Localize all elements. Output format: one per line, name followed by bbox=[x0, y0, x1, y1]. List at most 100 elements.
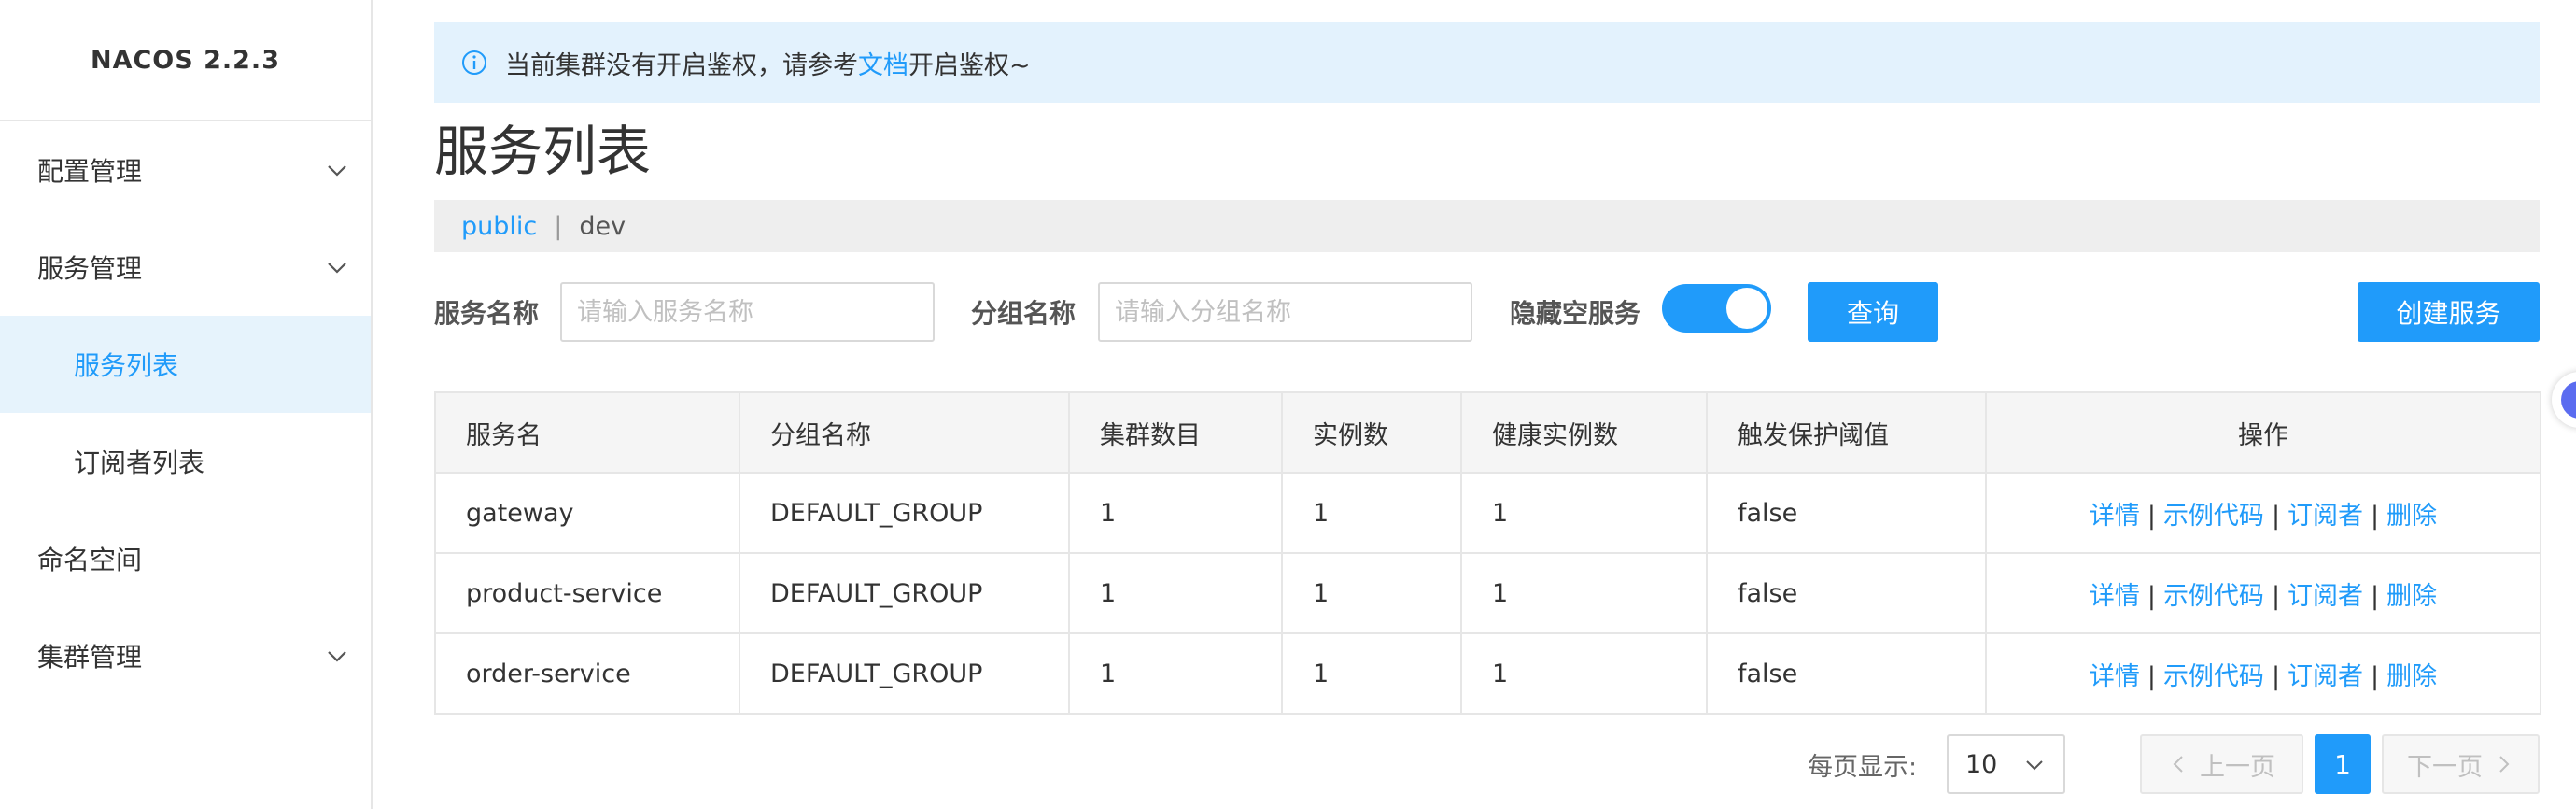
chevron-down-icon bbox=[324, 643, 350, 669]
sample-code-link[interactable]: 示例代码 bbox=[2163, 582, 2264, 611]
service-table: 服务名 分组名称 集群数目 实例数 健康实例数 触发保护阈值 操作 gatewa… bbox=[434, 391, 2541, 715]
column-header-service-name: 服务名 bbox=[434, 391, 740, 474]
column-header-group-name: 分组名称 bbox=[739, 391, 1070, 474]
delete-link[interactable]: 删除 bbox=[2386, 502, 2437, 531]
sidebar-item-label: 命名空间 bbox=[37, 545, 143, 575]
prev-page-button[interactable]: 上一页 bbox=[2140, 734, 2303, 794]
cell-group-name: DEFAULT_GROUP bbox=[739, 552, 1070, 634]
action-separator: | bbox=[2371, 661, 2380, 691]
subscribers-link[interactable]: 订阅者 bbox=[2287, 502, 2363, 531]
cell-group-name: DEFAULT_GROUP bbox=[739, 472, 1070, 554]
chevron-right-icon bbox=[2492, 753, 2514, 775]
namespace-dev[interactable]: dev bbox=[579, 212, 626, 241]
toggle-knob bbox=[1726, 288, 1767, 329]
namespace-separator: | bbox=[554, 211, 563, 241]
page-number-current[interactable]: 1 bbox=[2315, 734, 2371, 794]
filter-bar: 服务名称 分组名称 隐藏空服务 查询 创建服务 bbox=[434, 280, 2540, 344]
cell-actions: 详情 | 示例代码 | 订阅者 | 删除 bbox=[1985, 632, 2541, 715]
cell-healthy-count: 1 bbox=[1460, 632, 1708, 715]
query-button[interactable]: 查询 bbox=[1808, 282, 1938, 342]
sidebar-item-label: 配置管理 bbox=[37, 156, 143, 187]
table-row: gateway DEFAULT_GROUP 1 1 1 false 详情 | 示例代… bbox=[434, 472, 2541, 554]
detail-link[interactable]: 详情 bbox=[2090, 502, 2140, 531]
chevron-down-icon bbox=[324, 157, 350, 183]
sidebar-item-subscriber-list[interactable]: 订阅者列表 bbox=[0, 413, 371, 510]
page-size-select[interactable]: 10 bbox=[1947, 734, 2065, 794]
cell-group-name: DEFAULT_GROUP bbox=[739, 632, 1070, 715]
cell-instance-count: 1 bbox=[1281, 552, 1462, 634]
action-separator: | bbox=[2147, 501, 2156, 531]
delete-link[interactable]: 删除 bbox=[2386, 662, 2437, 691]
docs-link[interactable]: 文档 bbox=[858, 45, 908, 81]
column-header-threshold: 触发保护阈值 bbox=[1706, 391, 1987, 474]
detail-link[interactable]: 详情 bbox=[2090, 582, 2140, 611]
info-icon bbox=[460, 49, 488, 77]
group-name-input[interactable] bbox=[1098, 282, 1472, 342]
sidebar-item-label: 服务管理 bbox=[37, 253, 143, 284]
assistant-icon bbox=[2561, 381, 2576, 419]
action-separator: | bbox=[2371, 501, 2380, 531]
sidebar-item-label: 服务列表 bbox=[74, 350, 179, 381]
hide-empty-toggle[interactable] bbox=[1662, 284, 1771, 333]
prev-page-label: 上一页 bbox=[2200, 752, 2275, 782]
action-separator: | bbox=[2271, 501, 2281, 531]
sidebar-item-service-list[interactable]: 服务列表 bbox=[0, 316, 371, 413]
cell-healthy-count: 1 bbox=[1460, 472, 1708, 554]
sidebar-item-label: 订阅者列表 bbox=[74, 447, 205, 478]
cell-threshold: false bbox=[1706, 552, 1987, 634]
chevron-down-icon bbox=[324, 254, 350, 280]
cell-actions: 详情 | 示例代码 | 订阅者 | 删除 bbox=[1985, 472, 2541, 554]
next-page-button[interactable]: 下一页 bbox=[2382, 734, 2540, 794]
column-header-cluster-count: 集群数目 bbox=[1068, 391, 1283, 474]
cell-instance-count: 1 bbox=[1281, 632, 1462, 715]
table-header-row: 服务名 分组名称 集群数目 实例数 健康实例数 触发保护阈值 操作 bbox=[434, 391, 2541, 474]
namespace-public[interactable]: public bbox=[461, 212, 537, 241]
main-content: 当前集群没有开启鉴权，请参考 文档 开启鉴权~ 服务列表 public | dev … bbox=[434, 0, 2541, 809]
cell-threshold: false bbox=[1706, 472, 1987, 554]
cell-cluster-count: 1 bbox=[1068, 472, 1283, 554]
action-separator: | bbox=[2271, 661, 2281, 691]
sidebar-item-service-management[interactable]: 服务管理 bbox=[0, 219, 371, 316]
service-name-label: 服务名称 bbox=[434, 298, 540, 329]
cell-service-name: product-service bbox=[434, 552, 740, 634]
cell-cluster-count: 1 bbox=[1068, 632, 1283, 715]
action-separator: | bbox=[2271, 581, 2281, 611]
notice-text: 当前集群没有开启鉴权，请参考 bbox=[505, 50, 858, 80]
subscribers-link[interactable]: 订阅者 bbox=[2287, 662, 2363, 691]
cell-cluster-count: 1 bbox=[1068, 552, 1283, 634]
namespace-bar: public | dev bbox=[434, 200, 2540, 252]
sample-code-link[interactable]: 示例代码 bbox=[2163, 502, 2264, 531]
sidebar-item-label: 集群管理 bbox=[37, 642, 143, 673]
cell-healthy-count: 1 bbox=[1460, 552, 1708, 634]
cell-service-name: order-service bbox=[434, 632, 740, 715]
sample-code-link[interactable]: 示例代码 bbox=[2163, 662, 2264, 691]
column-header-instance-count: 实例数 bbox=[1281, 391, 1462, 474]
next-page-label: 下一页 bbox=[2407, 752, 2483, 782]
sidebar: NACOS 2.2.3 配置管理 服务管理 服务列表 订阅者列表 命名空间 集群… bbox=[0, 0, 373, 809]
cell-actions: 详情 | 示例代码 | 订阅者 | 删除 bbox=[1985, 552, 2541, 634]
table-row: product-service DEFAULT_GROUP 1 1 1 fals… bbox=[434, 552, 2541, 634]
page-size-value: 10 bbox=[1965, 749, 1998, 779]
detail-link[interactable]: 详情 bbox=[2090, 662, 2140, 691]
action-separator: | bbox=[2147, 581, 2156, 611]
cell-service-name: gateway bbox=[434, 472, 740, 554]
column-header-healthy-count: 健康实例数 bbox=[1460, 391, 1708, 474]
page-size-label: 每页显示: bbox=[1808, 752, 1918, 782]
table-row: order-service DEFAULT_GROUP 1 1 1 false … bbox=[434, 632, 2541, 715]
subscribers-link[interactable]: 订阅者 bbox=[2287, 582, 2363, 611]
cell-threshold: false bbox=[1706, 632, 1987, 715]
sidebar-item-namespace[interactable]: 命名空间 bbox=[0, 510, 371, 607]
group-name-label: 分组名称 bbox=[971, 298, 1077, 329]
delete-link[interactable]: 删除 bbox=[2386, 582, 2437, 611]
action-separator: | bbox=[2371, 581, 2380, 611]
service-name-input[interactable] bbox=[560, 282, 935, 342]
notice-text-end: 开启鉴权~ bbox=[908, 50, 1031, 80]
brand-title: NACOS 2.2.3 bbox=[0, 0, 371, 121]
page-title: 服务列表 bbox=[434, 120, 652, 183]
chevron-down-icon bbox=[2022, 753, 2047, 777]
sidebar-item-cluster-management[interactable]: 集群管理 bbox=[0, 607, 371, 704]
create-service-button[interactable]: 创建服务 bbox=[2358, 282, 2540, 342]
floating-assistant-button[interactable] bbox=[2552, 372, 2576, 428]
sidebar-item-config-management[interactable]: 配置管理 bbox=[0, 121, 371, 219]
hide-empty-label: 隐藏空服务 bbox=[1510, 298, 1641, 329]
